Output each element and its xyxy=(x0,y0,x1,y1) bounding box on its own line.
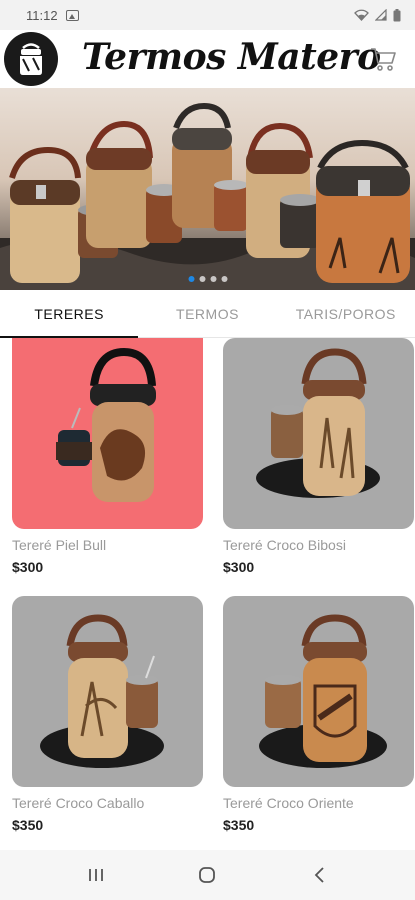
category-tabs: TERERES TERMOS TARIS/POROS xyxy=(0,290,415,338)
app-bar: Termos Matero xyxy=(0,30,415,88)
thermos-croco-oriente-image xyxy=(259,614,387,768)
product-name: Tereré Croco Oriente xyxy=(223,795,354,811)
product-image[interactable] xyxy=(223,338,414,529)
product-image[interactable] xyxy=(12,338,203,529)
tab-tereres[interactable]: TERERES xyxy=(0,290,139,338)
product-card[interactable]: Tereré Piel Bull $300 xyxy=(12,338,203,575)
product-price: $300 xyxy=(223,559,255,575)
product-banner[interactable] xyxy=(0,88,415,290)
back-icon xyxy=(314,867,324,883)
carousel-indicator[interactable] xyxy=(188,276,227,282)
product-price: $350 xyxy=(12,817,44,833)
signal-icon xyxy=(375,9,387,21)
tab-taris-poros[interactable]: TARIS/POROS xyxy=(277,290,415,337)
product-image[interactable] xyxy=(223,596,414,787)
product-card[interactable]: Tereré Croco Bibosi $300 xyxy=(223,338,414,575)
termos-matero-logo[interactable] xyxy=(4,32,58,86)
product-price: $300 xyxy=(12,559,44,575)
shopping-cart-icon[interactable] xyxy=(369,45,397,73)
carousel-dot[interactable] xyxy=(210,276,216,282)
carousel-dot[interactable] xyxy=(221,276,227,282)
product-grid: Tereré Piel Bull $300 Tereré Croco Bibos… xyxy=(0,338,415,850)
product-name: Tereré Piel Bull xyxy=(12,537,107,553)
recents-icon xyxy=(88,869,103,881)
app-title: Termos Matero xyxy=(82,36,381,78)
product-name: Tereré Croco Bibosi xyxy=(223,537,346,553)
product-image[interactable] xyxy=(12,596,203,787)
status-time: 11:12 xyxy=(26,7,58,23)
thermos-croco-caballo-image xyxy=(40,614,164,768)
thermos-logo-icon xyxy=(20,43,42,75)
home-icon xyxy=(199,867,216,883)
carousel-dot[interactable] xyxy=(188,276,194,282)
status-icons xyxy=(354,8,401,22)
product-price: $350 xyxy=(223,817,255,833)
wifi-icon xyxy=(354,9,369,21)
status-bar: 11:12 xyxy=(0,0,415,30)
recents-button[interactable] xyxy=(76,860,116,890)
thermos-bull-image xyxy=(56,347,156,502)
image-icon xyxy=(65,9,79,21)
product-card[interactable]: Tereré Croco Caballo $350 xyxy=(12,596,203,833)
battery-icon xyxy=(393,8,401,21)
back-button[interactable] xyxy=(299,860,339,890)
tab-termos[interactable]: TERMOS xyxy=(138,290,276,337)
product-banner-image xyxy=(0,102,415,290)
product-name: Tereré Croco Caballo xyxy=(12,795,145,811)
home-button[interactable] xyxy=(187,860,227,890)
product-card[interactable]: Tereré Croco Oriente $350 xyxy=(223,596,414,833)
system-nav-bar xyxy=(0,850,415,900)
thermos-croco-bibosi-image xyxy=(256,348,380,498)
carousel-dot[interactable] xyxy=(199,276,205,282)
